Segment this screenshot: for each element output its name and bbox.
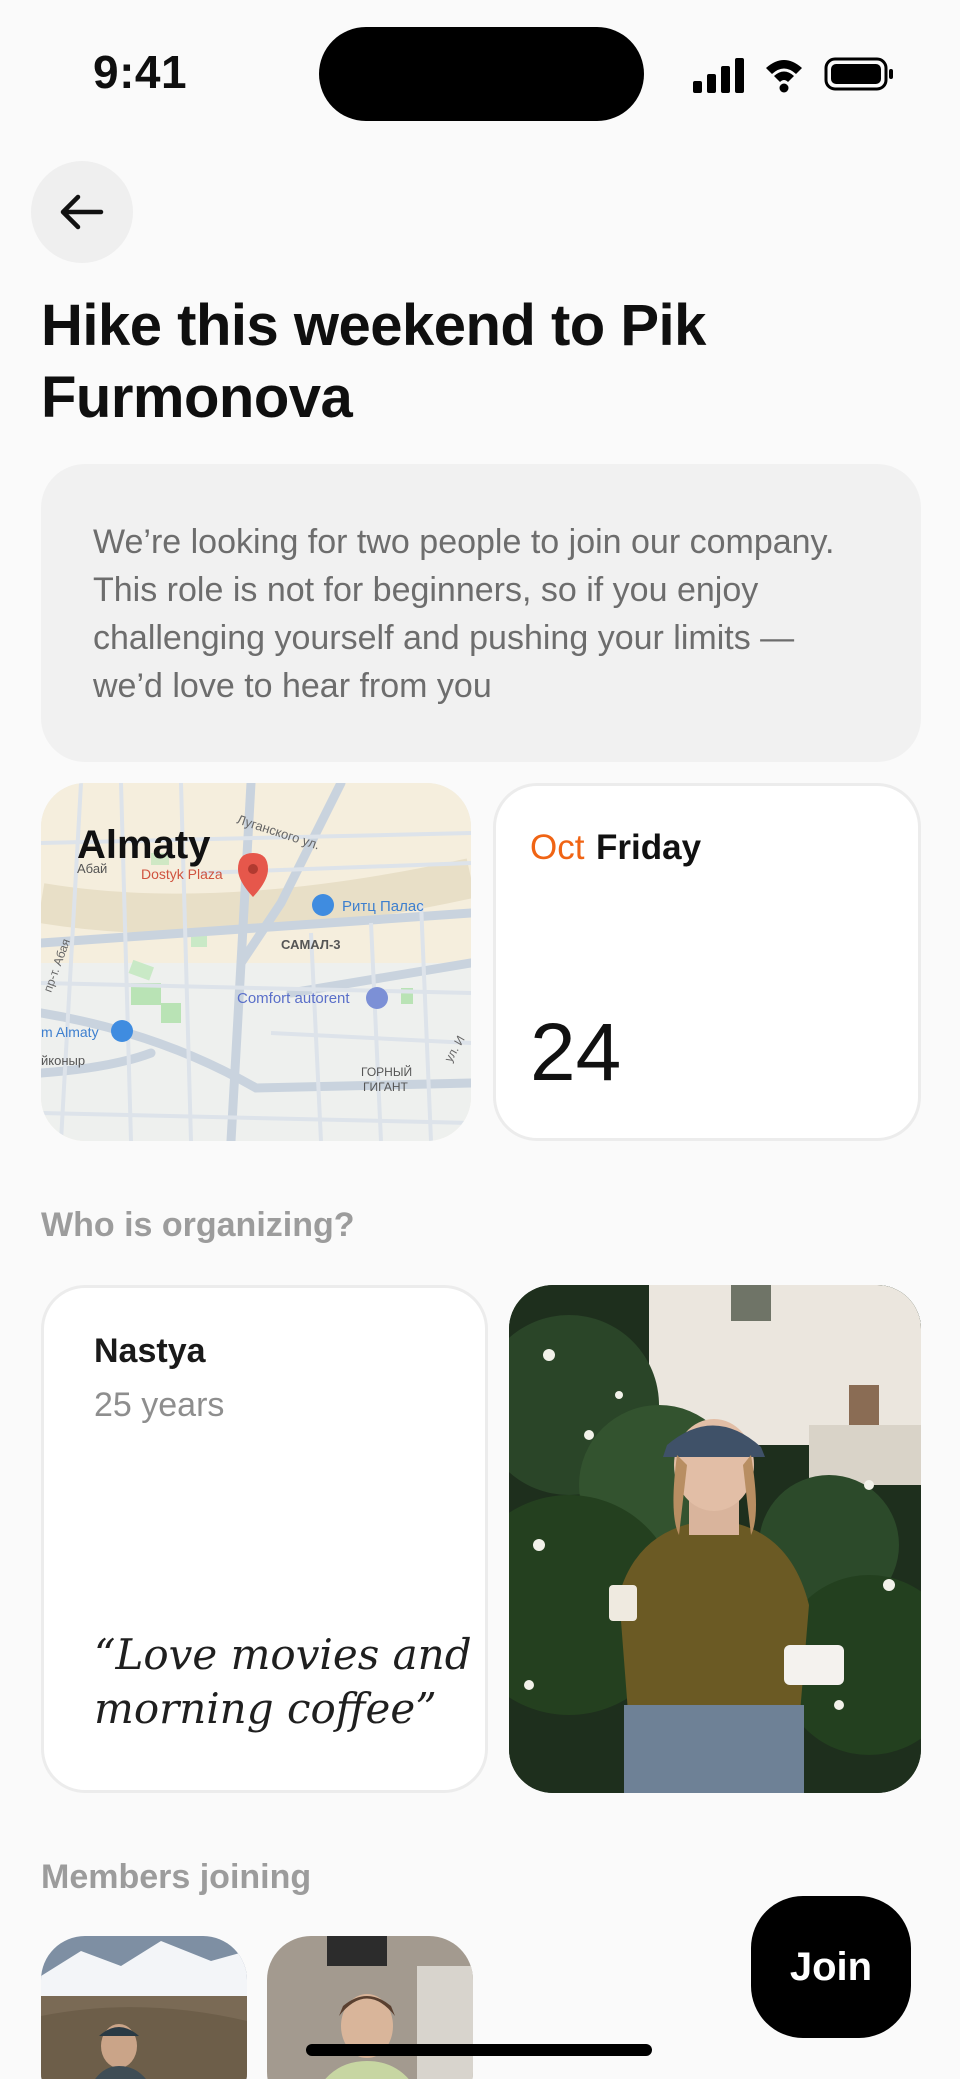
member-photo-image [267, 1936, 473, 2079]
date-weekday: Friday [596, 828, 702, 867]
dynamic-island [319, 27, 644, 121]
map-city-label: Almaty [77, 823, 211, 867]
cellular-signal-icon [693, 58, 744, 93]
member-photo-image [41, 1936, 247, 2079]
organizer-age: 25 years [94, 1386, 225, 1424]
organizer-name: Nastya [94, 1332, 206, 1370]
map-label-dostyk: Dostyk Plaza [141, 866, 223, 882]
members-heading: Members joining [41, 1858, 312, 1896]
description-text: We’re looking for two people to join our… [93, 523, 835, 705]
map-label-gornyi1: ГОРНЫЙ [361, 1064, 412, 1079]
organizer-card[interactable]: Nastya 25 years “Love movies and morning… [41, 1285, 488, 1793]
home-indicator [306, 2044, 652, 2056]
organizer-photo[interactable] [509, 1285, 921, 1793]
map-card[interactable]: Dostyk Plaza Ритц Палас САМАЛ-3 Comfort … [41, 783, 471, 1141]
date-month: Oct [530, 828, 585, 867]
wifi-icon [766, 60, 802, 93]
organizer-photo-image [509, 1285, 921, 1793]
map-label-samal: САМАЛ-3 [281, 937, 341, 952]
battery-icon [824, 57, 893, 91]
organizer-quote: “Love movies and morning coffee” [94, 1630, 472, 1733]
map-label-comfort: Comfort autorent [237, 990, 350, 1007]
date-card: Oct Friday 24 [493, 783, 921, 1141]
description-card: We’re looking for two people to join our… [41, 464, 921, 762]
status-time: 9:41 [93, 46, 188, 98]
back-button[interactable] [31, 161, 133, 263]
map-label-koryr: йконыр [41, 1053, 85, 1068]
map-label-gornyi2: ГИГАНТ [363, 1080, 408, 1094]
date-day: 24 [530, 1007, 622, 1098]
page-title: Hike this weekend to Pik Furmonova [41, 293, 706, 430]
map-label-almaty: m Almaty [41, 1024, 99, 1040]
member-avatar[interactable] [267, 1936, 473, 2079]
status-icons [693, 57, 893, 93]
organizer-heading: Who is organizing? [41, 1206, 355, 1244]
arrow-left-icon [60, 194, 104, 230]
map-label-ritz: Ритц Палас [342, 898, 424, 915]
join-button[interactable]: Join [751, 1896, 911, 2038]
member-avatar[interactable] [41, 1936, 247, 2079]
